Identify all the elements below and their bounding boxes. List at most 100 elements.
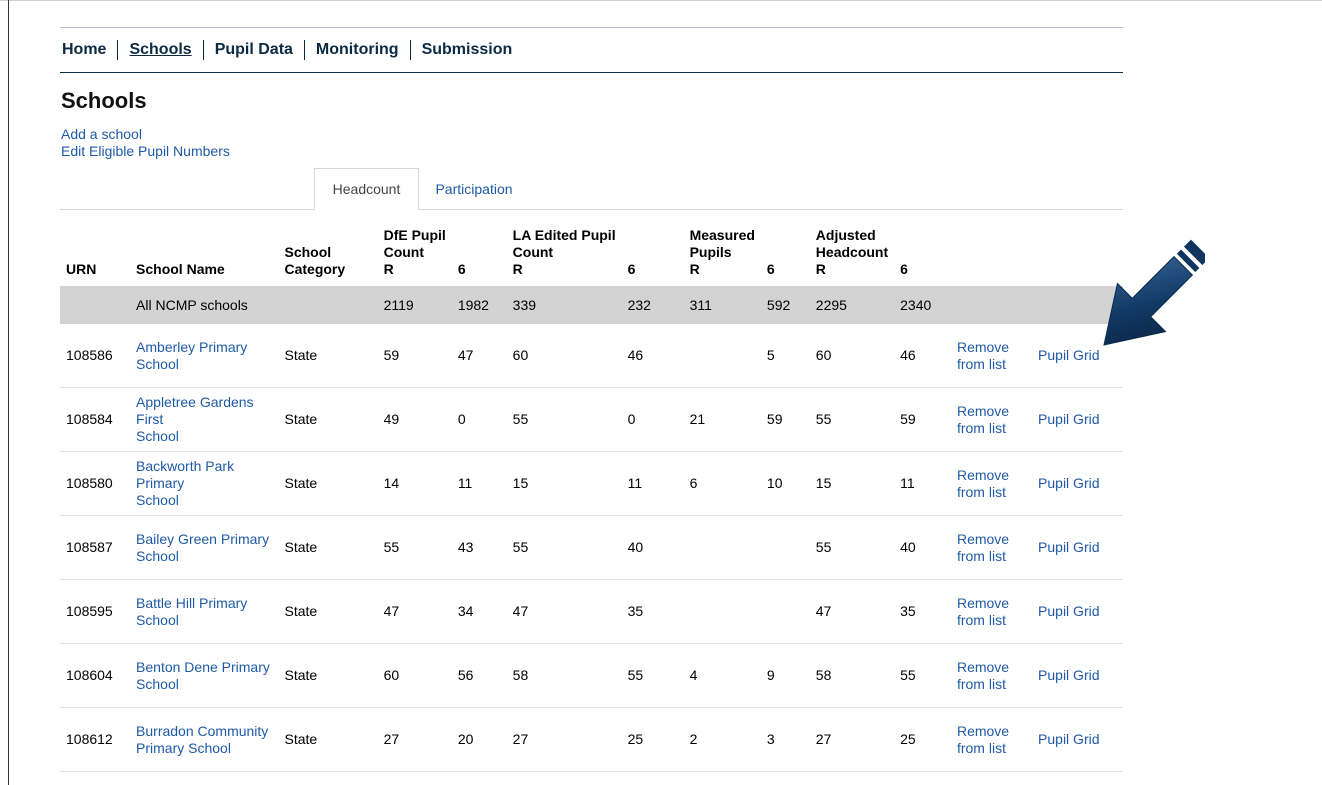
dfe-6-cell: 20 bbox=[451, 707, 507, 772]
dfe-6-cell: 47 bbox=[451, 324, 507, 388]
header-school-name: School Name bbox=[136, 261, 225, 277]
table-header-row: URN School Name School Category DfE Pupil… bbox=[60, 212, 1123, 286]
a-6-cell: 11 bbox=[894, 451, 951, 516]
school-name-cell: Backworth Park Primary School bbox=[130, 451, 279, 516]
pupil-grid-cell: Pupil Grid bbox=[1032, 707, 1123, 772]
pupil-grid-link[interactable]: Pupil Grid bbox=[1038, 475, 1099, 491]
school-name-link[interactable]: Appletree Gardens First School bbox=[136, 394, 254, 444]
pupil-grid-cell: Pupil Grid bbox=[1032, 451, 1123, 516]
nav-monitoring[interactable]: Monitoring bbox=[303, 40, 410, 60]
school-category-cell: State bbox=[278, 707, 378, 772]
school-name-link[interactable]: Backworth Park Primary School bbox=[136, 458, 234, 508]
m-6-cell: 3 bbox=[760, 707, 810, 772]
remove-from-list-link[interactable]: Remove from list bbox=[957, 531, 1009, 564]
tab-participation[interactable]: Participation bbox=[419, 168, 529, 210]
pupil-grid-link[interactable]: Pupil Grid bbox=[1038, 539, 1099, 555]
la-6-cell: 0 bbox=[621, 387, 684, 452]
a-6-cell: 35 bbox=[894, 579, 951, 644]
table-row: 108586 Amberley Primary School State 59 47 60… bbox=[60, 324, 1123, 388]
summary-dfe-6: 1982 bbox=[451, 286, 507, 324]
remove-from-list-link[interactable]: Remove from list bbox=[957, 659, 1009, 692]
school-category-cell: State bbox=[278, 451, 378, 516]
pupil-grid-cell: Pupil Grid bbox=[1032, 643, 1123, 708]
school-name-cell: Amberley Primary School bbox=[130, 324, 279, 388]
remove-cell: Remove from list bbox=[950, 451, 1033, 516]
a-6-cell: 25 bbox=[894, 707, 951, 772]
remove-from-list-link[interactable]: Remove from list bbox=[957, 723, 1009, 756]
m-r-cell bbox=[683, 324, 761, 388]
pupil-grid-link[interactable]: Pupil Grid bbox=[1038, 411, 1099, 427]
la-6-cell: 35 bbox=[621, 579, 684, 644]
m-r-cell: 21 bbox=[683, 387, 761, 452]
summary-la-6: 232 bbox=[621, 286, 684, 324]
la-r-cell: 15 bbox=[506, 451, 622, 516]
page-actions: Add a school Edit Eligible Pupil Numbers bbox=[61, 126, 230, 160]
remove-from-list-link[interactable]: Remove from list bbox=[957, 403, 1009, 436]
remove-cell: Remove from list bbox=[950, 643, 1033, 708]
urn-cell: 108586 bbox=[60, 324, 131, 388]
m-r-cell bbox=[683, 579, 761, 644]
summary-adjusted-6: 2340 bbox=[894, 286, 951, 324]
nav-pupil-data[interactable]: Pupil Data bbox=[202, 40, 304, 60]
add-school-link[interactable]: Add a school bbox=[61, 126, 230, 143]
edit-eligible-pupil-numbers-link[interactable]: Edit Eligible Pupil Numbers bbox=[61, 143, 230, 160]
tab-bar: Headcount Participation bbox=[60, 168, 1123, 210]
m-6-cell: 9 bbox=[760, 643, 810, 708]
header-urn: URN bbox=[66, 261, 97, 277]
summary-measured-r: 311 bbox=[683, 286, 761, 324]
main-nav: Home Schools Pupil Data Monitoring Submi… bbox=[60, 27, 1123, 73]
school-name-link[interactable]: Burradon Community Primary School bbox=[136, 723, 268, 756]
la-6-cell: 25 bbox=[621, 707, 684, 772]
la-r-cell: 55 bbox=[506, 515, 622, 580]
header-measured-r: Measured Pupils R bbox=[689, 227, 755, 277]
summary-category bbox=[278, 286, 378, 324]
pupil-grid-link[interactable]: Pupil Grid bbox=[1038, 667, 1099, 683]
la-6-cell: 55 bbox=[621, 643, 684, 708]
urn-cell: 108584 bbox=[60, 387, 131, 452]
remove-from-list-link[interactable]: Remove from list bbox=[957, 339, 1009, 372]
a-r-cell: 47 bbox=[809, 579, 895, 644]
table-row: 108604 Benton Dene Primary School State 60 56… bbox=[60, 643, 1123, 708]
school-category-cell: State bbox=[278, 324, 378, 388]
header-la-6: 6 bbox=[627, 261, 636, 277]
summary-remove bbox=[950, 286, 1033, 324]
arrow-pointer-icon bbox=[1103, 239, 1205, 346]
la-r-cell: 55 bbox=[506, 387, 622, 452]
remove-cell: Remove from list bbox=[950, 579, 1033, 644]
nav-submission[interactable]: Submission bbox=[409, 40, 524, 60]
nav-home[interactable]: Home bbox=[60, 40, 117, 60]
pupil-grid-link[interactable]: Pupil Grid bbox=[1038, 731, 1099, 747]
dfe-r-cell: 60 bbox=[377, 643, 452, 708]
a-6-cell: 40 bbox=[894, 515, 951, 580]
remove-from-list-link[interactable]: Remove from list bbox=[957, 467, 1009, 500]
remove-cell: Remove from list bbox=[950, 515, 1033, 580]
tab-headcount[interactable]: Headcount bbox=[314, 168, 419, 210]
header-school-category: School Category bbox=[284, 244, 346, 277]
m-6-cell: 5 bbox=[760, 324, 810, 388]
m-6-cell bbox=[760, 515, 810, 580]
pupil-grid-link[interactable]: Pupil Grid bbox=[1038, 603, 1099, 619]
school-name-link[interactable]: Amberley Primary School bbox=[136, 339, 247, 372]
a-r-cell: 55 bbox=[809, 515, 895, 580]
header-adjusted-r: Adjusted Headcount R bbox=[815, 227, 889, 277]
school-name-cell: Bailey Green Primary School bbox=[130, 515, 279, 580]
summary-dfe-r: 2119 bbox=[377, 286, 452, 324]
remove-cell: Remove from list bbox=[950, 707, 1033, 772]
school-name-link[interactable]: Benton Dene Primary School bbox=[136, 659, 270, 692]
school-name-link[interactable]: Battle Hill Primary School bbox=[136, 595, 247, 628]
summary-row: All NCMP schools 2119 1982 339 232 311 5… bbox=[60, 286, 1123, 324]
page-title: Schools bbox=[61, 88, 147, 113]
remove-from-list-link[interactable]: Remove from list bbox=[957, 595, 1009, 628]
school-category-cell: State bbox=[278, 579, 378, 644]
urn-cell: 108595 bbox=[60, 579, 131, 644]
nav-schools[interactable]: Schools bbox=[117, 40, 202, 60]
header-dfe-r: DfE Pupil Count R bbox=[383, 227, 446, 277]
table-row: 108612 Burradon Community Primary School St… bbox=[60, 707, 1123, 772]
a-6-cell: 46 bbox=[894, 324, 951, 388]
la-6-cell: 46 bbox=[621, 324, 684, 388]
dfe-r-cell: 59 bbox=[377, 324, 452, 388]
dfe-6-cell: 34 bbox=[451, 579, 507, 644]
dfe-6-cell: 0 bbox=[451, 387, 507, 452]
urn-cell: 108580 bbox=[60, 451, 131, 516]
school-name-link[interactable]: Bailey Green Primary School bbox=[136, 531, 269, 564]
